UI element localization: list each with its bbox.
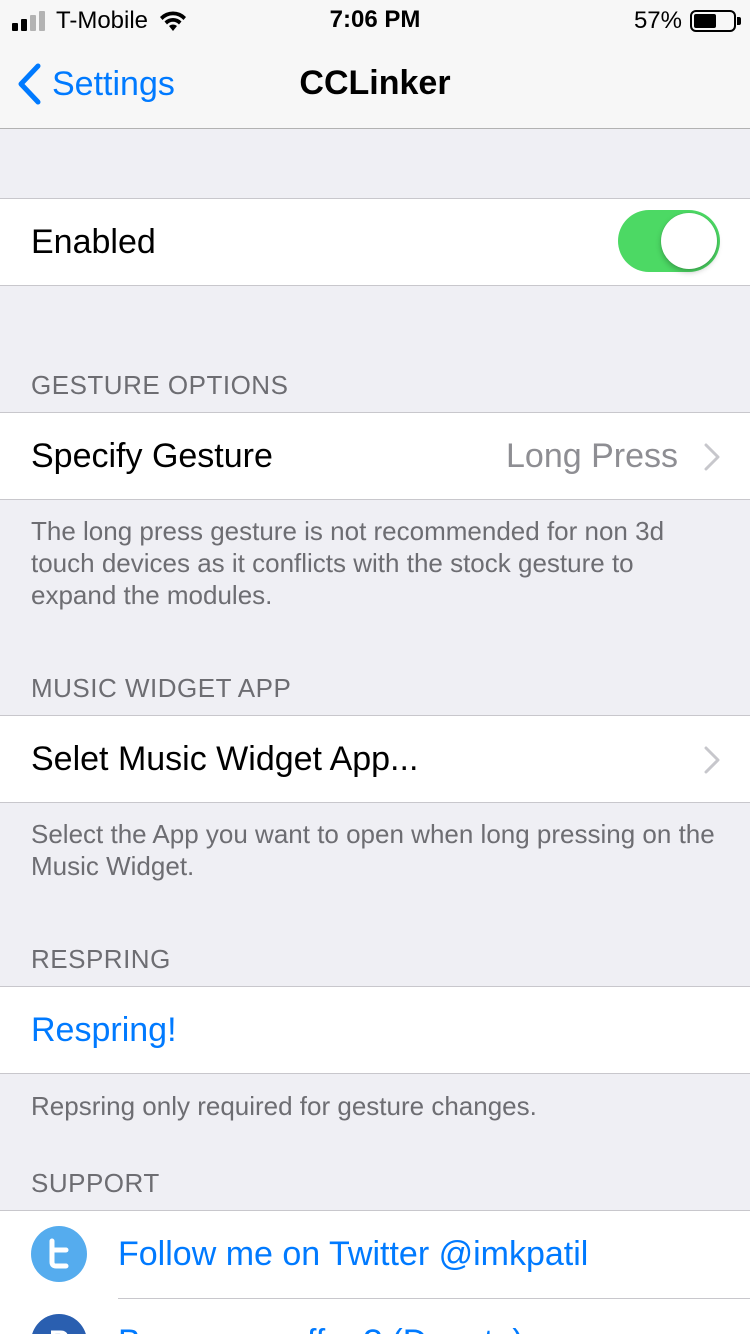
support-group: Follow me on Twitter @imkpatil P Buy me … <box>0 1210 750 1334</box>
paypal-icon: P <box>31 1314 87 1334</box>
specify-gesture-value: Long Press <box>506 437 678 475</box>
twitter-link[interactable]: Follow me on Twitter @imkpatil <box>118 1235 588 1274</box>
specify-gesture-label: Specify Gesture <box>31 437 273 475</box>
specify-gesture-row[interactable]: Specify Gesture Long Press <box>0 412 750 500</box>
select-music-widget-app-label: Selet Music Widget App... <box>31 740 419 778</box>
twitter-icon <box>31 1226 87 1282</box>
twitter-row[interactable]: Follow me on Twitter @imkpatil <box>0 1211 750 1299</box>
music-footer: Select the App you want to open when lon… <box>31 819 715 881</box>
respring-button[interactable]: Respring! <box>31 1011 177 1050</box>
battery-percent: 57% <box>633 7 682 34</box>
donate-row[interactable]: P Buy me a coffee? (Donate) <box>0 1299 750 1334</box>
battery-icon <box>690 10 741 32</box>
enabled-toggle[interactable] <box>618 210 720 272</box>
chevron-right-icon <box>704 443 720 471</box>
music-widget-header: MUSIC WIDGET APP <box>31 673 292 703</box>
battery-level-fill <box>694 14 716 28</box>
gesture-footer: The long press gesture is not recommende… <box>31 516 665 610</box>
chevron-right-icon <box>704 746 720 774</box>
respring-row[interactable]: Respring! <box>0 986 750 1074</box>
respring-header: RESPRING <box>31 944 171 974</box>
gesture-options-header: GESTURE OPTIONS <box>31 370 289 400</box>
respring-footer: Repsring only required for gesture chang… <box>31 1091 537 1121</box>
status-bar: T-Mobile 7:06 PM 57% <box>0 0 750 42</box>
status-right: 57% <box>633 6 741 36</box>
select-music-widget-app-row[interactable]: Selet Music Widget App... <box>0 715 750 803</box>
page-title: CCLinker <box>299 64 451 102</box>
support-header: SUPPORT <box>31 1168 160 1198</box>
enabled-label: Enabled <box>31 223 156 261</box>
toggle-knob <box>661 213 717 269</box>
donate-link[interactable]: Buy me a coffee? (Donate) <box>118 1323 524 1334</box>
enabled-row: Enabled <box>0 198 750 286</box>
navigation-bar: Settings CCLinker <box>0 42 750 129</box>
